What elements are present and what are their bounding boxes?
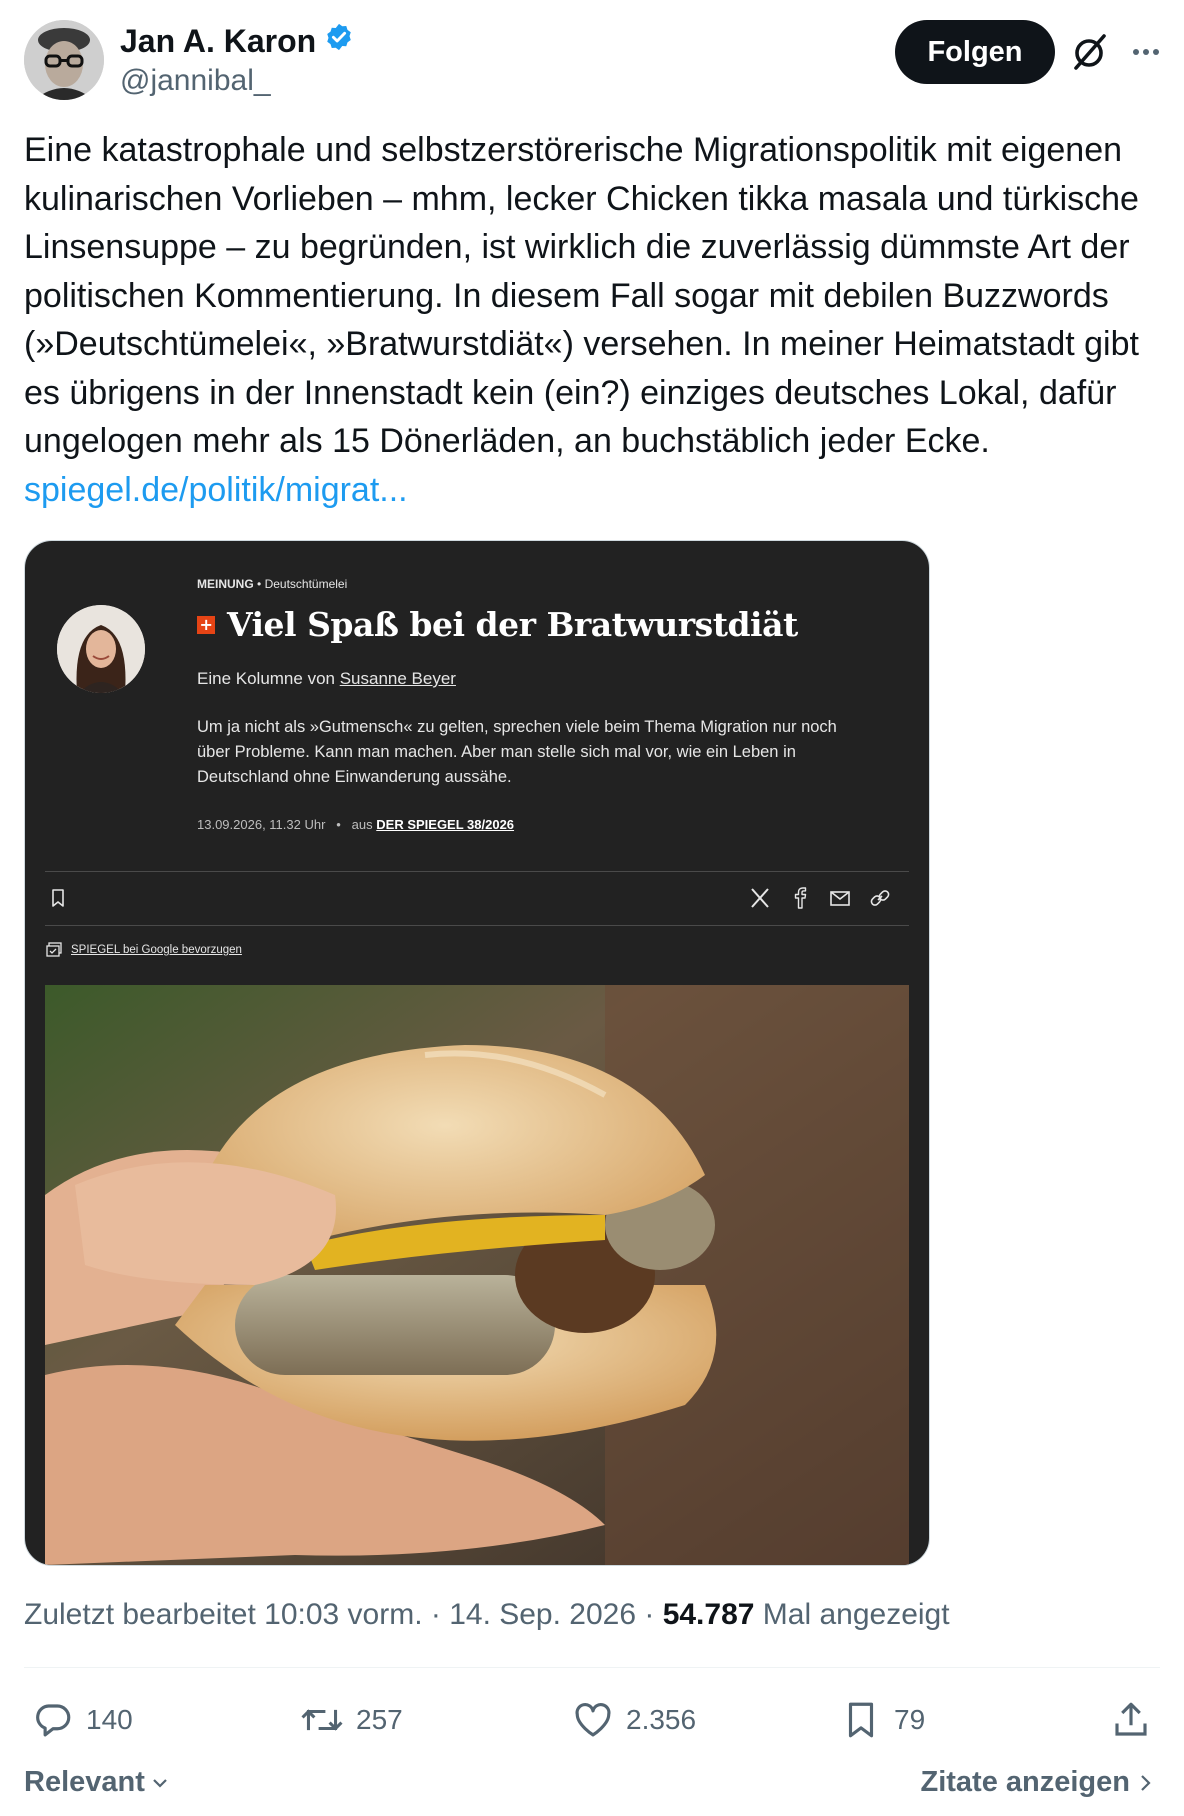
share-icon	[1115, 1702, 1147, 1736]
kicker-topic: Deutschtümelei	[264, 577, 348, 591]
verified-badge-icon	[324, 22, 354, 60]
tweet-text: Eine katastrophale und selbstzerstöreris…	[24, 126, 1164, 514]
sort-label: Relevant	[24, 1766, 145, 1798]
more-options-icon[interactable]	[1124, 30, 1168, 74]
x-share-icon	[747, 885, 773, 911]
view-quotes-link[interactable]: Zitate anzeigen	[921, 1766, 1157, 1799]
author-handle[interactable]: @jannibal_	[120, 64, 271, 98]
reply-count: 140	[86, 1704, 133, 1735]
timestamp-text[interactable]: Zuletzt bearbeitet 10:03 vorm. · 14. Sep…	[24, 1598, 663, 1631]
divider	[45, 871, 909, 872]
reply-button[interactable]: 140	[32, 1696, 133, 1744]
bookmark-icon	[848, 1702, 874, 1738]
author-avatar[interactable]	[24, 20, 104, 100]
issue-prefix: aus	[351, 817, 373, 832]
google-preference-icon	[46, 942, 62, 957]
chevron-right-icon	[1141, 1774, 1151, 1791]
byline-author: Susanne Beyer	[339, 669, 456, 688]
article-issue: DER SPIEGEL 38/2026	[376, 817, 515, 832]
article-meta: 13.09.2026, 11.32 Uhr • aus DER SPIEGEL …	[197, 817, 514, 832]
google-preference-row: SPIEGEL bei Google bevorzugen	[45, 941, 242, 959]
grok-icon[interactable]	[1068, 30, 1112, 74]
repost-button[interactable]: 257	[300, 1696, 403, 1744]
author-name[interactable]: Jan A. Karon	[120, 23, 316, 60]
article-bookmark-icon	[47, 887, 69, 909]
article-photo	[45, 985, 909, 1565]
article-headline-row: + Viel Spaß bei der Bratwurstdiät	[197, 605, 798, 644]
heart-icon	[575, 1703, 611, 1737]
divider	[45, 925, 909, 926]
facebook-share-icon	[787, 885, 813, 911]
reply-icon	[36, 1704, 71, 1737]
tweet-link[interactable]: spiegel.de/politik/migrat...	[24, 471, 408, 509]
repost-count: 257	[356, 1704, 403, 1735]
kicker-section: MEINUNG	[197, 577, 254, 591]
mail-share-icon	[827, 885, 853, 911]
link-share-icon	[867, 885, 893, 911]
like-button[interactable]: 2.356	[572, 1696, 696, 1744]
reply-sort-dropdown[interactable]: Relevant	[24, 1766, 171, 1799]
like-count: 2.356	[626, 1704, 697, 1735]
repost-icon	[301, 1709, 343, 1731]
article-teaser: Um ja nicht als »Gutmensch« zu gelten, s…	[197, 718, 837, 786]
article-headline: Viel Spaß bei der Bratwurstdiät	[227, 605, 798, 644]
tweet-body: Eine katastrophale und selbstzerstöreris…	[24, 131, 1139, 460]
tweet-media[interactable]: MEINUNG • Deutschtümelei + Viel Spaß bei…	[24, 540, 930, 1566]
view-count: 54.787	[662, 1598, 755, 1631]
bookmark-count: 79	[894, 1704, 926, 1735]
chevron-down-icon	[153, 1778, 167, 1788]
kicker-separator: •	[257, 577, 265, 591]
meta-separator: •	[329, 817, 349, 832]
views-suffix: Mal angezeigt	[754, 1598, 950, 1631]
columnist-avatar	[57, 605, 145, 693]
follow-button[interactable]: Folgen	[895, 20, 1055, 84]
article-date: 13.09.2026, 11.32 Uhr	[197, 817, 326, 832]
byline-prefix: Eine Kolumne von	[197, 669, 335, 688]
author-name-row[interactable]: Jan A. Karon	[120, 22, 354, 60]
share-button[interactable]	[1110, 1696, 1152, 1744]
spiegel-plus-badge: +	[197, 615, 215, 634]
tweet-timestamp: Zuletzt bearbeitet 10:03 vorm. · 14. Sep…	[24, 1598, 950, 1632]
bookmark-button[interactable]: 79	[840, 1696, 925, 1744]
google-preference-label: SPIEGEL bei Google bevorzugen	[71, 944, 242, 956]
quotes-label: Zitate anzeigen	[920, 1766, 1131, 1798]
divider	[24, 1667, 1160, 1668]
article-byline: Eine Kolumne von Susanne Beyer	[197, 669, 456, 689]
article-kicker: MEINUNG • Deutschtümelei	[197, 577, 347, 591]
